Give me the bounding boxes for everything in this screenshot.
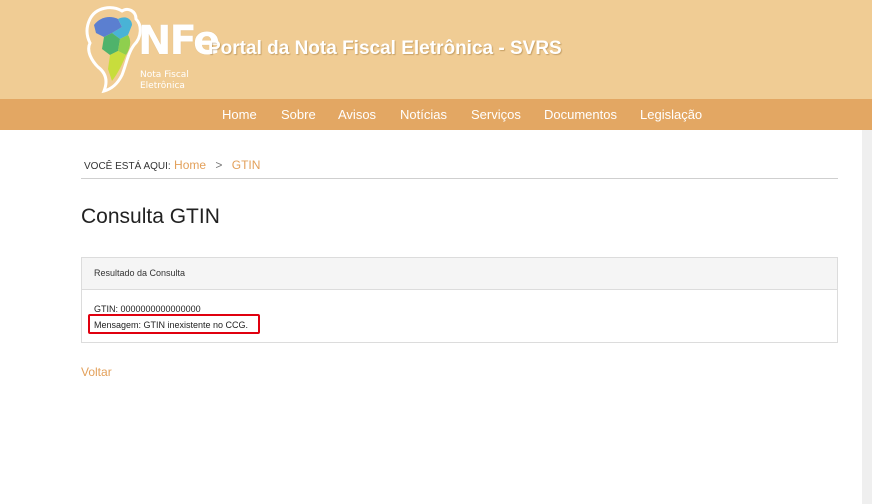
breadcrumb-separator: > [215, 158, 223, 172]
message-highlight-box [88, 314, 260, 334]
page-scrollbar[interactable] [862, 130, 872, 504]
nav-item-noticias[interactable]: Notícias [400, 107, 447, 122]
logo-subtitle-line2: Eletrônica [140, 81, 185, 91]
breadcrumb: VOCÊ ESTÁ AQUI: Home > GTIN [84, 158, 260, 172]
logo-nfe-text: NFe [138, 18, 220, 64]
nav-item-servicos[interactable]: Serviços [471, 107, 521, 122]
logo-subtitle-line1: Nota Fiscal [140, 70, 189, 80]
breadcrumb-home-link[interactable]: Home [174, 158, 206, 172]
nav-item-documentos[interactable]: Documentos [544, 107, 617, 122]
gtin-value: GTIN: 0000000000000000 [94, 304, 201, 314]
logo-subtitle: Nota Fiscal Eletrônica [140, 70, 210, 92]
page-title: Consulta GTIN [81, 205, 220, 228]
result-panel-header: Resultado da Consulta [82, 258, 837, 290]
result-panel-heading: Resultado da Consulta [94, 268, 186, 278]
nav-item-home[interactable]: Home [222, 107, 257, 122]
nav-item-legislacao[interactable]: Legislação [640, 107, 702, 122]
breadcrumb-prefix: VOCÊ ESTÁ AQUI: [84, 161, 171, 172]
main-nav: Home Sobre Avisos Notícias Serviços Docu… [0, 99, 872, 130]
nav-item-avisos[interactable]: Avisos [338, 107, 376, 122]
breadcrumb-divider [81, 178, 838, 179]
site-title[interactable]: Portal da Nota Fiscal Eletrônica - SVRS [208, 38, 562, 60]
breadcrumb-current: GTIN [231, 158, 261, 172]
back-link[interactable]: Voltar [81, 365, 112, 379]
site-header: NFe Nota Fiscal Eletrônica Portal da Not… [0, 0, 872, 99]
nav-item-sobre[interactable]: Sobre [281, 107, 316, 122]
